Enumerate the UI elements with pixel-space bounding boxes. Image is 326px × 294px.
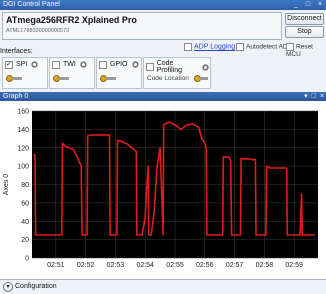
minimize-icon[interactable]: _ xyxy=(292,0,300,10)
x-tick-label: 02:54 xyxy=(136,262,154,269)
y-tick-label: 120 xyxy=(17,145,29,152)
x-ticks: 02:51 02:52 02:53 02:54 02:55 02:56 02:57 02:58… xyxy=(47,262,303,269)
key-icon xyxy=(6,75,22,82)
gear-icon[interactable] xyxy=(78,60,88,69)
x-tick-label: 02:51 xyxy=(47,262,65,269)
x-tick-label: 02:52 xyxy=(77,262,95,269)
key-icon xyxy=(100,75,116,82)
x-tick-label: 02:55 xyxy=(166,262,184,269)
interface-code-profiling: Code Profiling Code Location xyxy=(143,57,211,89)
spi-checkbox[interactable]: ✓ xyxy=(5,60,13,69)
device-selector[interactable]: ATmega256RFR2 Xplained Pro ATML178802000… xyxy=(2,12,282,40)
code-location-label: Code Location xyxy=(147,75,189,82)
device-serial: ATML1788020000000573 xyxy=(6,28,70,34)
interface-spi: ✓ SPI xyxy=(2,57,48,89)
close-icon[interactable]: × xyxy=(316,0,324,10)
control-panel: ATmega256RFR2 Xplained Pro ATML178802000… xyxy=(0,10,326,92)
window-title: DGI Control Panel xyxy=(3,1,60,8)
maximize-icon[interactable]: □ xyxy=(312,92,316,101)
y-tick-label: 100 xyxy=(17,164,29,171)
gear-icon[interactable] xyxy=(201,62,210,72)
y-tick-label: 40 xyxy=(21,219,29,226)
graph-titlebar: Graph 0 ▾ □ × xyxy=(0,92,326,101)
gear-icon[interactable] xyxy=(30,60,40,69)
y-ticks: 0 20 40 60 80 100 120 140 160 xyxy=(17,109,29,263)
adp-logging-option[interactable]: ADP Logging xyxy=(184,43,235,51)
x-tick-label: 02:57 xyxy=(226,262,244,269)
stop-button[interactable]: Stop xyxy=(285,26,324,38)
reset-mcu-checkbox[interactable] xyxy=(286,43,294,51)
twi-label: TWI xyxy=(63,61,76,68)
configuration-label: Configuration xyxy=(15,283,57,290)
adp-logging-link[interactable]: ADP Logging xyxy=(194,44,235,51)
x-tick-label: 02:53 xyxy=(107,262,125,269)
gear-icon[interactable] xyxy=(130,60,140,69)
graph-title: Graph 0 xyxy=(3,93,29,100)
close-icon[interactable]: × xyxy=(320,92,324,101)
control-panel-titlebar: DGI Control Panel _ □ × xyxy=(0,0,326,10)
code-profiling-label: Code Profiling xyxy=(156,60,182,74)
code-profiling-checkbox[interactable] xyxy=(146,63,154,71)
x-tick-label: 02:59 xyxy=(285,262,303,269)
autodetect-adp-option[interactable]: Autodetect ADP xyxy=(236,43,292,51)
x-tick-label: 02:56 xyxy=(196,262,214,269)
y-tick-label: 20 xyxy=(21,237,29,244)
autodetect-adp-checkbox[interactable] xyxy=(236,43,244,51)
check-icon: ✓ xyxy=(6,60,12,68)
interface-gpio: GPIO xyxy=(96,57,142,89)
key-icon xyxy=(194,75,210,82)
maximize-icon[interactable]: □ xyxy=(304,0,312,10)
configuration-bar[interactable]: ▾ Configuration xyxy=(0,279,326,294)
gpio-checkbox[interactable] xyxy=(99,60,107,69)
window-controls: _ □ × xyxy=(292,0,324,10)
autodetect-adp-label: Autodetect ADP xyxy=(246,43,292,51)
interfaces-label: Interfaces: xyxy=(0,48,33,55)
gpio-label: GPIO xyxy=(110,61,128,68)
y-tick-label: 80 xyxy=(21,182,29,189)
interface-twi: TWI xyxy=(49,57,95,89)
expand-icon[interactable]: ▾ xyxy=(3,282,13,292)
adp-logging-checkbox[interactable] xyxy=(184,43,192,51)
disconnect-button[interactable]: Disconnect xyxy=(285,13,324,25)
x-tick-label: 02:58 xyxy=(256,262,274,269)
y-axis-label: Axes 0 xyxy=(3,174,10,196)
reset-mcu-option[interactable]: Reset MCU xyxy=(286,43,326,58)
y-tick-label: 0 xyxy=(25,256,29,263)
device-name: ATmega256RFR2 Xplained Pro xyxy=(6,15,137,25)
line-chart[interactable]: 020406080100120140160 02:51 02:52 02:53 02:… xyxy=(0,101,326,279)
chevron-down-icon[interactable]: ▾ xyxy=(304,92,308,101)
twi-checkbox[interactable] xyxy=(52,60,60,69)
y-tick-label: 140 xyxy=(17,127,29,134)
y-tick-label: 160 xyxy=(17,109,29,116)
key-icon xyxy=(53,75,69,82)
y-tick-label: 60 xyxy=(21,200,29,207)
graph-area: 0 20 40 60 80 100 120 140 160 02:51 02:52 02:53 02:… xyxy=(0,101,326,279)
graph-controls: ▾ □ × xyxy=(304,92,324,101)
spi-label: SPI xyxy=(16,61,28,68)
